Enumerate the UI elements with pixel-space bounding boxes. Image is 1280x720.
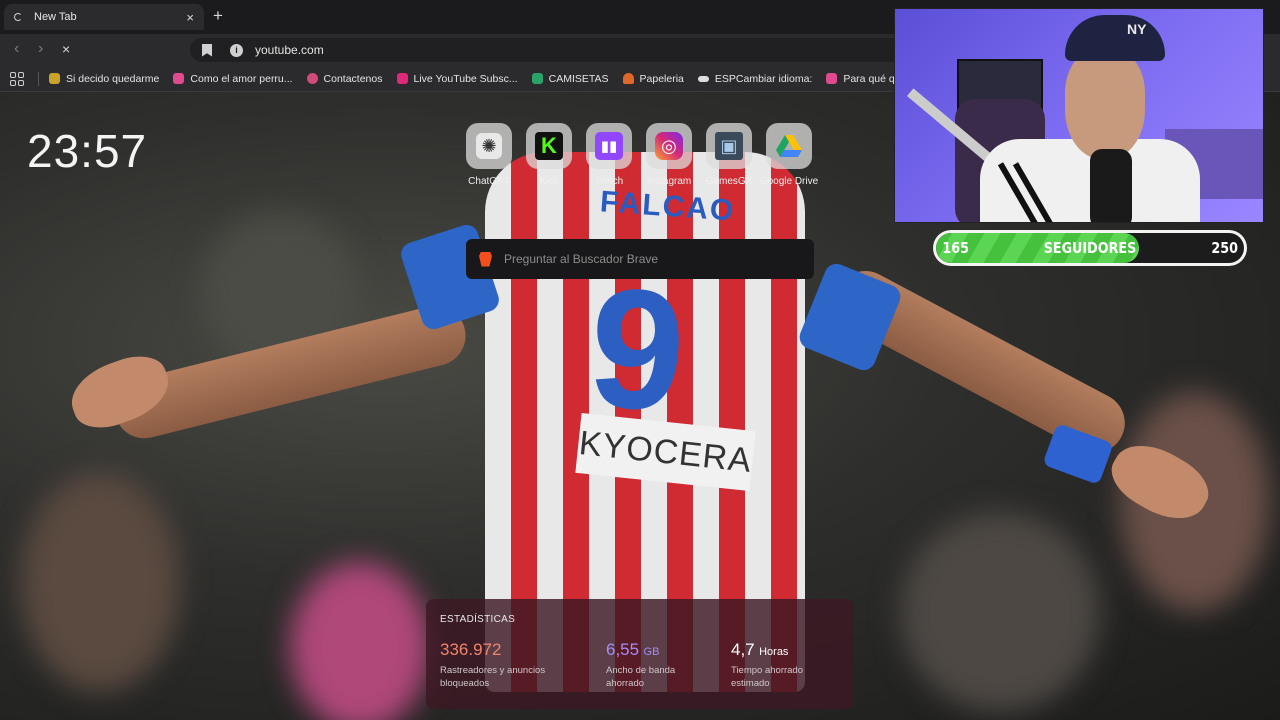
stat-time-unit: Horas (759, 646, 789, 658)
loading-spinner-icon (14, 13, 22, 21)
jersey-right-sleeve (796, 260, 904, 374)
bookmark-item[interactable]: Si decido quedarme (49, 73, 159, 85)
background-crowd (20, 472, 180, 692)
search-box[interactable]: Preguntar al Buscador Brave (466, 239, 814, 279)
webcam-overlay: NY (894, 8, 1264, 223)
bookmark-favicon-icon (49, 73, 60, 84)
bookmark-favicon-icon (622, 73, 634, 84)
bookmark-favicon-icon (173, 73, 185, 84)
brave-lion-icon (479, 251, 492, 267)
stat-trackers-desc: Rastreadores y anuncios (440, 665, 546, 676)
forward-button[interactable]: › (38, 40, 43, 58)
microphone (1090, 149, 1132, 222)
stat-time-value: 4,7 (731, 640, 755, 659)
background-crowd (290, 562, 430, 720)
goal-target: 250 (1211, 239, 1238, 257)
tab-new-tab[interactable]: New Tab × (4, 4, 204, 30)
stat-bandwidth-desc2: ahorrado (606, 678, 645, 689)
google-drive-icon (766, 123, 812, 169)
shortcut-gamesgx[interactable]: ▣ GamesGX (706, 123, 752, 187)
bookmark-favicon-icon (531, 73, 543, 84)
streamer-face (1065, 49, 1145, 159)
goal-track: 165 SEGUIDORES 250 (936, 233, 1244, 263)
bookmark-item[interactable]: CAMISETAS (531, 72, 609, 85)
stat-time-desc2: estimado (731, 678, 770, 689)
bookmark-label: CAMISETAS (548, 72, 609, 85)
bookmark-favicon-icon (697, 75, 709, 82)
close-tab-icon[interactable]: × (186, 10, 194, 25)
bookmark-item[interactable]: ESPCambiar idioma: (697, 72, 813, 85)
new-tab-button[interactable]: + (213, 6, 223, 26)
stats-heading: ESTADÍSTICAS (440, 614, 516, 625)
stat-trackers: 336.972 Rastreadores y anuncios bloqueado… (440, 640, 545, 690)
twitch-icon: ▮▮ (586, 123, 632, 169)
bookmark-label: Live YouTube Subsc... (413, 72, 518, 85)
kick-icon: K (526, 123, 572, 169)
site-info-icon[interactable]: i (230, 43, 243, 57)
shortcut-google-drive[interactable]: Google Drive (760, 123, 818, 187)
bookmark-label: ESPCambiar idioma: (714, 72, 813, 85)
shortcut-instagram[interactable]: ◎ Instagram (646, 123, 692, 187)
goal-current: 165 (942, 239, 969, 257)
bookmarks-divider (38, 71, 39, 86)
stat-bandwidth-unit: GB (643, 646, 660, 658)
shortcut-chatgpt[interactable]: ✺ ChatGPT (466, 123, 512, 187)
bookmark-label: Contactenos (323, 72, 383, 85)
stat-trackers-value: 336.972 (440, 640, 502, 659)
bookmark-item[interactable]: Papeleria (622, 72, 684, 85)
bookmark-favicon-icon (826, 73, 838, 84)
stats-widget: ESTADÍSTICAS 336.972 Rastreadores y anun… (426, 599, 854, 709)
stat-bandwidth-value: 6,55 (606, 640, 640, 659)
bookmark-favicon-icon (396, 73, 408, 84)
background-crowd (900, 512, 1100, 712)
stat-time-desc: Tiempo ahorrado (731, 665, 803, 676)
stat-bandwidth-desc: Ancho de banda (606, 665, 676, 676)
search-placeholder[interactable]: Preguntar al Buscador Brave (504, 252, 658, 266)
bookmark-item[interactable]: Como el amor perru... (173, 72, 293, 85)
shortcut-label: Google Drive (759, 176, 819, 187)
follower-goal-bar: 165 SEGUIDORES 250 (933, 230, 1247, 266)
gamesgx-icon: ▣ (706, 123, 752, 169)
tab-title: New Tab (34, 11, 77, 23)
streamer-cap (1065, 15, 1165, 61)
cap-logo: NY (1127, 21, 1147, 37)
stat-trackers-desc2: bloqueados (440, 678, 490, 689)
url-text[interactable]: youtube.com (255, 43, 324, 57)
stop-loading-button[interactable]: × (62, 41, 70, 57)
bookmark-label: Papeleria (639, 72, 684, 85)
bookmark-label: Como el amor perru... (190, 72, 293, 85)
stat-bandwidth: 6,55 GB Ancho de banda ahorrado (606, 640, 675, 690)
address-bar[interactable]: i youtube.com (190, 38, 910, 62)
bookmark-item[interactable]: Contactenos (306, 72, 383, 85)
bookmark-icon[interactable] (202, 43, 212, 57)
bookmark-label: Si decido quedarme (66, 72, 160, 85)
bookmark-item[interactable]: Live YouTube Subsc... (396, 72, 518, 85)
shortcut-twitch[interactable]: ▮▮ Twitch (586, 123, 632, 187)
apps-grid-icon[interactable] (10, 71, 24, 86)
shortcut-kick[interactable]: K Kick (526, 123, 572, 187)
stat-time: 4,7 Horas Tiempo ahorrado estimado (731, 640, 803, 690)
top-sites: ✺ ChatGPT K Kick ▮▮ Twitch ◎ Instagram ▣… (466, 123, 818, 187)
clock: 23:57 (27, 125, 148, 177)
bookmark-favicon-icon (306, 73, 318, 84)
goal-label: SEGUIDORES (1043, 239, 1137, 257)
back-button[interactable]: ‹ (14, 40, 19, 58)
chatgpt-icon: ✺ (466, 123, 512, 169)
instagram-icon: ◎ (646, 123, 692, 169)
